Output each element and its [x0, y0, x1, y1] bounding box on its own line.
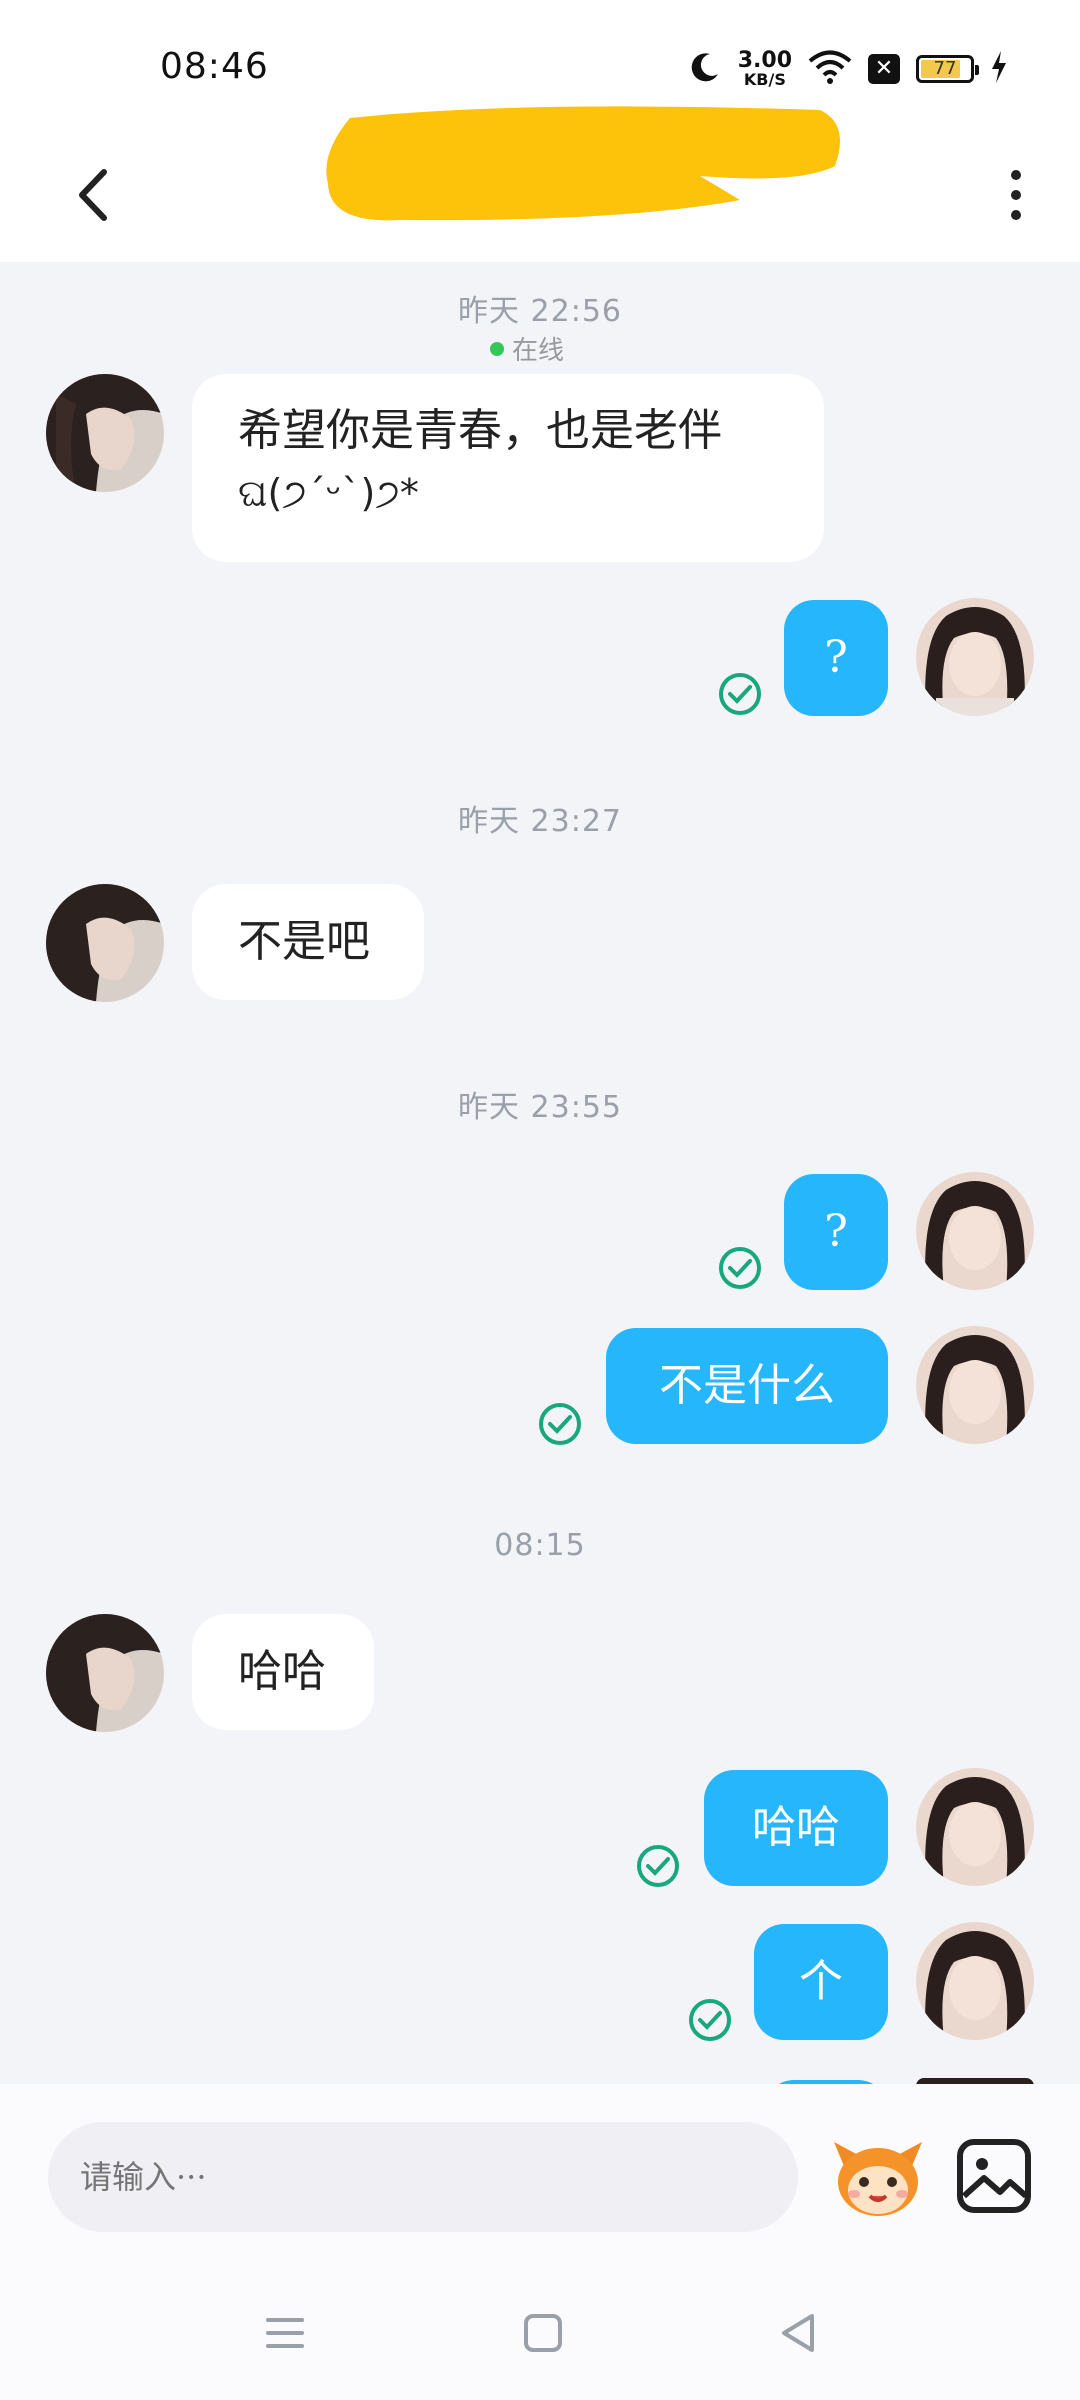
contact-avatar[interactable]: [46, 884, 164, 1002]
sticker-button[interactable]: [830, 2136, 926, 2220]
menu-icon: [266, 2318, 304, 2348]
charging-bolt-icon: [990, 51, 1008, 87]
outgoing-message[interactable]: 不是什么: [606, 1328, 888, 1444]
recent-apps-button[interactable]: [262, 2310, 308, 2356]
contact-avatar[interactable]: [46, 1614, 164, 1732]
incoming-message[interactable]: 哈哈: [192, 1614, 374, 1730]
status-icons: 3.00 KB/S ✕ 77: [688, 44, 1008, 94]
moon-icon: [688, 50, 722, 88]
composer-bar: [0, 2084, 1080, 2270]
more-vert-dot: [1011, 190, 1021, 200]
my-avatar[interactable]: [916, 1172, 1034, 1290]
read-check-icon: [688, 1998, 732, 2042]
my-avatar[interactable]: [916, 1326, 1034, 1444]
timestamp: 昨天 23:27: [458, 804, 622, 839]
my-avatar[interactable]: [916, 598, 1034, 716]
mascot-face-icon: [834, 2142, 922, 2216]
incoming-message[interactable]: 不是吧: [192, 884, 424, 1000]
timestamp: 昨天 22:56: [458, 294, 622, 329]
send-image-button[interactable]: [954, 2136, 1034, 2216]
message-list[interactable]: 昨天 22:56 希望你是青春，也是老伴 ଘ(੭ˊᵕˋ)੭* ? 昨天 23:2…: [0, 262, 1080, 2084]
battery-level: 77: [933, 58, 957, 79]
back-button[interactable]: [64, 160, 124, 230]
my-avatar[interactable]: [916, 1768, 1034, 1886]
wifi-icon: [808, 50, 852, 88]
timestamp: 昨天 23:55: [458, 1090, 622, 1125]
more-vert-dot: [1011, 210, 1021, 220]
net-speed: 3.00 KB/S: [738, 50, 792, 88]
status-time: 08:46: [160, 46, 269, 87]
net-speed-value: 3.00: [737, 48, 792, 73]
triangle-back-icon: [782, 2314, 814, 2352]
home-button[interactable]: [520, 2310, 566, 2356]
timestamp: 08:15: [494, 1528, 586, 1563]
image-icon: [957, 2139, 1031, 2213]
square-icon: [524, 2314, 562, 2352]
my-avatar[interactable]: [916, 1922, 1034, 2040]
contact-avatar[interactable]: [46, 374, 164, 492]
outgoing-message[interactable]: ?: [784, 1174, 888, 1290]
read-check-icon: [636, 1844, 680, 1888]
read-check-icon: [718, 672, 762, 716]
outgoing-message[interactable]: 个: [754, 1924, 888, 2040]
battery-icon: 77: [916, 55, 979, 83]
read-check-icon: [538, 1402, 582, 1446]
net-speed-unit: KB/S: [743, 70, 786, 89]
message-emoticon: ଘ(੭ˊᵕˋ)੭*: [238, 471, 419, 515]
more-vert-icon: [1011, 170, 1021, 180]
message-input[interactable]: [48, 2122, 798, 2232]
incoming-message[interactable]: 希望你是青春，也是老伴 ଘ(੭ˊᵕˋ)੭*: [192, 374, 824, 562]
outgoing-message[interactable]: 哈哈: [704, 1770, 888, 1886]
close-box-icon: ✕: [868, 54, 900, 84]
back-arrow-icon: [79, 169, 107, 221]
more-options-button[interactable]: [986, 160, 1046, 230]
outgoing-message[interactable]: ?: [784, 600, 888, 716]
read-check-icon: [718, 1246, 762, 1290]
system-nav-bar: [0, 2270, 1080, 2400]
system-back-button[interactable]: [776, 2310, 822, 2356]
message-text: 希望你是青春，也是老伴: [238, 405, 722, 456]
contact-name-redaction: [326, 106, 840, 221]
